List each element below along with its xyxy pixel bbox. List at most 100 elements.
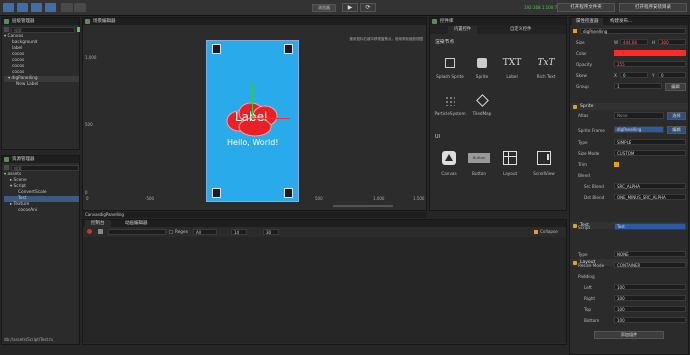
size-height-input[interactable]: 300 xyxy=(658,39,686,45)
hierarchy-search-input[interactable]: 搜索 xyxy=(11,26,75,33)
collapse-checkbox[interactable] xyxy=(534,230,538,234)
log-level-select[interactable]: All xyxy=(193,229,217,235)
canvas-item[interactable]: Canvas xyxy=(435,151,463,176)
tab-console[interactable]: 控制台 xyxy=(85,220,111,227)
font-size-select[interactable]: 14 xyxy=(231,229,247,235)
skew-x-input[interactable]: 0 xyxy=(620,72,648,78)
clear-icon[interactable] xyxy=(87,229,92,234)
padding-right-input[interactable]: 100 xyxy=(614,295,686,301)
local-toggle-button[interactable] xyxy=(61,3,73,12)
size-width-input[interactable]: 444.66 xyxy=(620,39,648,45)
cocos-sprite[interactable] xyxy=(284,44,293,54)
tab-custom[interactable]: 自定义控件 xyxy=(504,26,537,34)
button-item[interactable]: Button Button xyxy=(465,151,493,176)
design-canvas[interactable]: Label Hello, World! xyxy=(206,40,299,202)
pivot-toggle-button[interactable] xyxy=(74,3,86,12)
zoom-slider[interactable] xyxy=(333,205,393,207)
layout-item[interactable]: Layout xyxy=(496,151,524,176)
sprite-frame-edit-label: 编辑 xyxy=(672,127,681,132)
padding-bottom-input[interactable]: 100 xyxy=(614,317,686,323)
sprite-label: Sprite xyxy=(475,74,489,79)
console-filter-input[interactable] xyxy=(108,229,166,235)
play-button[interactable]: ▶ xyxy=(342,3,358,12)
open-editor-button[interactable]: 打开程序安装目录 xyxy=(619,3,687,12)
tab-animation[interactable]: 动画编辑器 xyxy=(119,220,154,227)
move-tool-button[interactable] xyxy=(3,3,14,12)
particle-system-item[interactable]: ParticleSystem xyxy=(433,96,467,116)
gizmo-x-axis[interactable] xyxy=(252,118,290,119)
cocos-sprite[interactable] xyxy=(284,188,293,198)
node-active-checkbox[interactable] xyxy=(573,29,577,33)
line-count-value: 30 xyxy=(266,230,272,235)
tab-build[interactable]: 构建发布... xyxy=(606,18,636,25)
sprite-section-header[interactable]: Sprite xyxy=(570,103,688,110)
rect-tool-button[interactable] xyxy=(45,3,56,12)
collapse-label: Collapse xyxy=(540,229,558,234)
scale-tool-button[interactable] xyxy=(31,3,42,12)
type-select[interactable]: SIMPLE xyxy=(614,139,686,145)
color-swatch[interactable] xyxy=(614,50,686,56)
sprite-item[interactable]: Sprite xyxy=(468,58,496,79)
refresh-button[interactable]: ⟳ xyxy=(360,3,376,12)
group-select[interactable]: 1 xyxy=(614,83,662,89)
hello-world-text[interactable]: Hello, World! xyxy=(227,138,279,147)
padding-right-value: 100 xyxy=(617,296,625,301)
src-blend-select[interactable]: SRC_ALPHA xyxy=(614,183,686,189)
skew-y-input[interactable]: 0 xyxy=(658,72,686,78)
device-select[interactable]: 浏览器 xyxy=(312,4,336,12)
tab-builtin[interactable]: 内置控件 xyxy=(448,26,478,34)
hierarchy-search-placeholder: 搜索 xyxy=(14,27,22,33)
rotate-tool-button[interactable] xyxy=(17,3,28,12)
script-input[interactable]: Test xyxy=(614,223,686,230)
skew-x-label: X xyxy=(614,73,617,78)
dst-blend-value: ONE_MINUS_SRC_ALPHA xyxy=(617,195,666,200)
size-h-label: H xyxy=(652,40,656,45)
add-asset-button[interactable] xyxy=(4,165,9,170)
tiledmap-item[interactable]: TiledMap xyxy=(468,94,496,116)
tree-item[interactable]: New Label xyxy=(4,82,79,88)
splash-sprite-label: Splash Sprite xyxy=(436,74,464,79)
assets-search-input[interactable]: 搜索 xyxy=(11,164,79,171)
particle-icon xyxy=(445,96,455,106)
padding-top-input[interactable]: 100 xyxy=(614,306,686,312)
add-node-button[interactable] xyxy=(4,27,9,32)
layout-type-select[interactable]: NONE xyxy=(614,251,686,257)
resize-mode-select[interactable]: CONTAINER xyxy=(614,262,686,268)
layout-enabled-checkbox[interactable] xyxy=(573,260,577,265)
tab-inspector[interactable]: 属性检查器 xyxy=(572,18,603,25)
opacity-input[interactable]: 255 xyxy=(614,61,686,67)
size-mode-label: Size Mode xyxy=(578,151,600,156)
console-log-area[interactable] xyxy=(83,237,566,343)
group-edit-button[interactable]: 编辑 xyxy=(665,83,686,91)
canvas-breadcrumb[interactable]: CanvasdigPanelling xyxy=(85,212,124,217)
regex-checkbox[interactable] xyxy=(169,230,173,234)
cocos-sprite[interactable] xyxy=(212,188,221,198)
open-folder-button[interactable]: 打开程序文件夹 xyxy=(557,3,615,12)
padding-left-input[interactable]: 100 xyxy=(614,284,686,290)
scrollview-item[interactable]: ScrollView xyxy=(527,151,561,176)
line-count-select[interactable]: 30 xyxy=(263,229,279,235)
asset-item[interactable]: cocosAni xyxy=(4,208,79,214)
atlas-input[interactable]: None xyxy=(614,112,664,119)
trim-checkbox[interactable] xyxy=(614,162,619,167)
particle-system-label: ParticleSystem xyxy=(434,111,466,116)
sprite-frame-input[interactable]: digPanelling xyxy=(614,126,664,133)
filter-icon[interactable] xyxy=(98,229,103,234)
scrollview-icon xyxy=(537,151,551,165)
label-item[interactable]: TXT Label xyxy=(498,58,526,79)
rich-text-item[interactable]: TxT Rich Text xyxy=(530,58,562,79)
node-name-input[interactable]: digPanelling xyxy=(580,28,686,34)
dst-blend-select[interactable]: ONE_MINUS_SRC_ALPHA xyxy=(614,194,686,200)
cocos-sprite[interactable] xyxy=(212,44,221,54)
sprite-enabled-checkbox[interactable] xyxy=(573,104,577,109)
play-icon: ▶ xyxy=(347,4,353,11)
sprite-frame-edit-button[interactable]: 编辑 xyxy=(667,126,686,134)
atlas-select-button[interactable]: 选择 xyxy=(667,112,686,120)
search-mode-icon[interactable] xyxy=(77,27,80,32)
x-axis-label: 1,000 xyxy=(373,196,385,201)
gizmo-y-axis[interactable] xyxy=(252,83,253,117)
size-mode-select[interactable]: CUSTOM xyxy=(614,150,686,156)
add-component-button[interactable]: 添加组件 xyxy=(594,331,664,339)
test-enabled-checkbox[interactable] xyxy=(573,223,577,228)
splash-sprite-item[interactable]: Splash Sprite xyxy=(435,58,465,79)
